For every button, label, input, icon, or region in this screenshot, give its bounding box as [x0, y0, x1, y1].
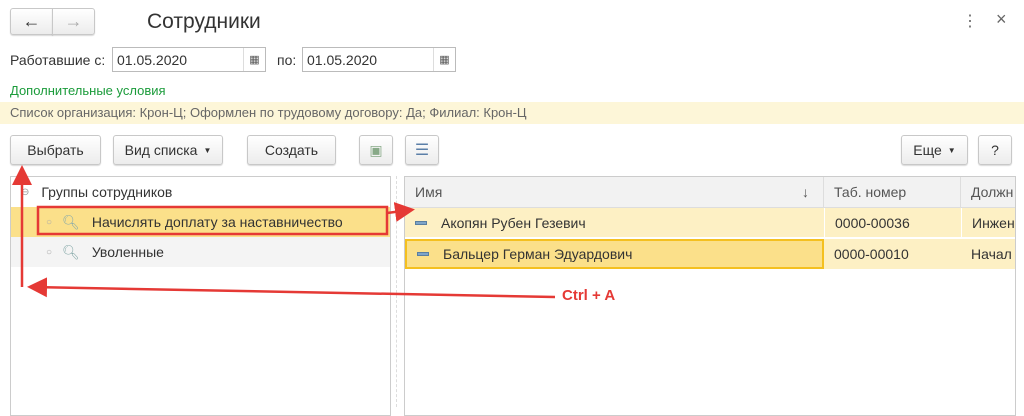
highlight-rect — [36, 205, 389, 236]
arrow-ctrl-a — [27, 277, 556, 299]
annotation-arrows — [11, 165, 556, 299]
arrow-to-table — [386, 202, 415, 222]
ctrl-a-annotation: Ctrl + A — [562, 287, 616, 304]
